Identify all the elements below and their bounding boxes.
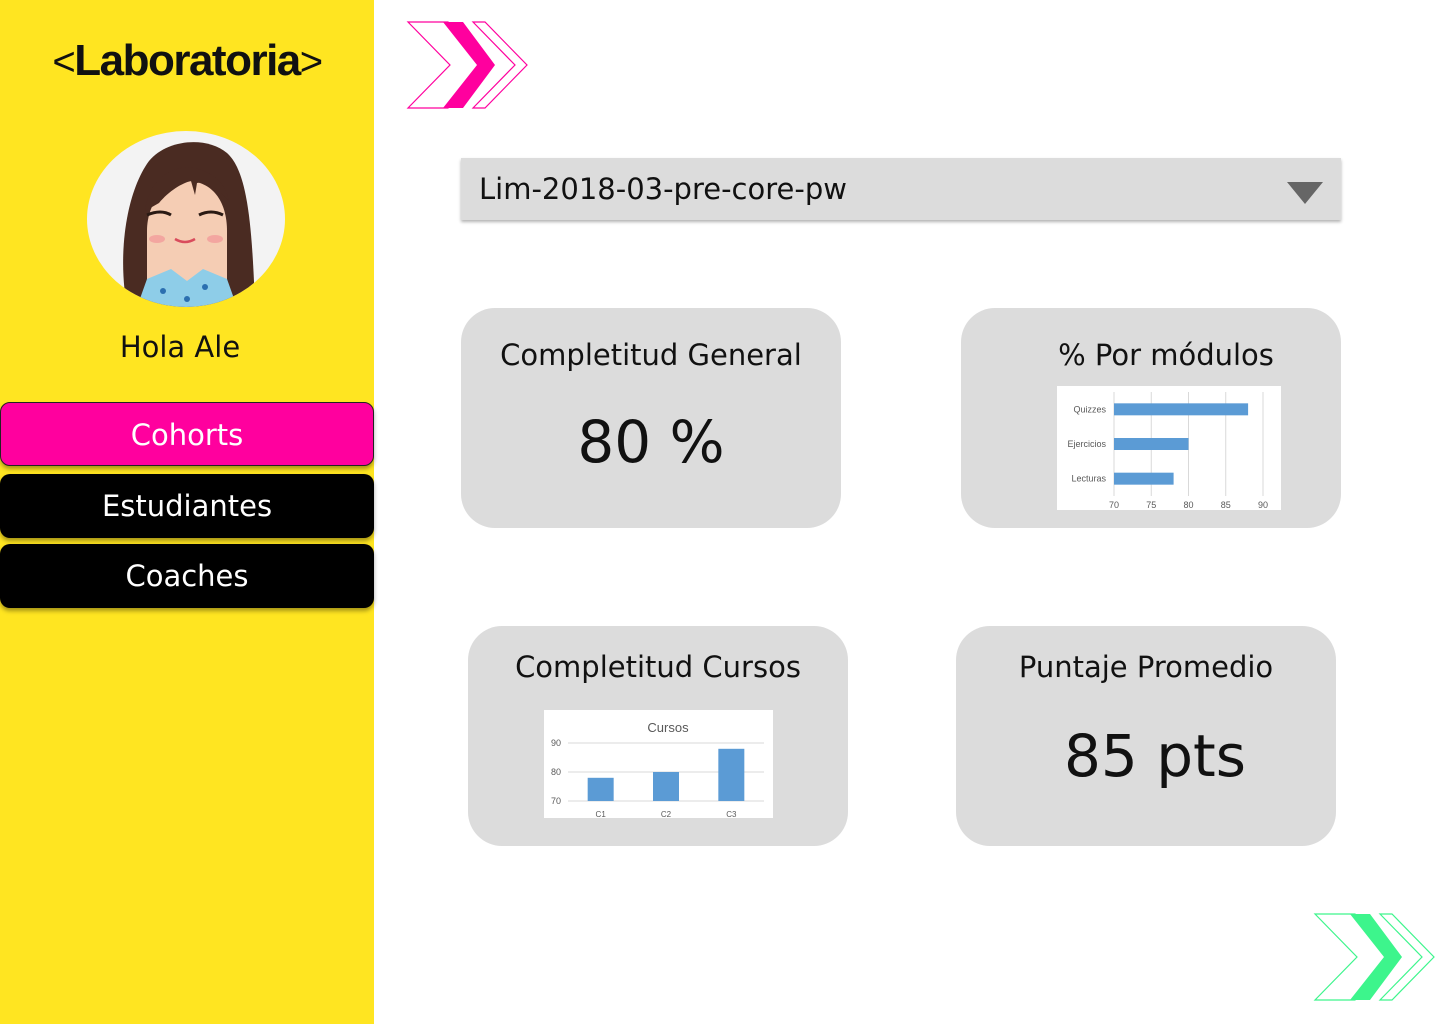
modules-chart: 70 75 80 85 90 Quizzes Ejercicios Lecturas xyxy=(1057,386,1281,510)
courses-chart: Cursos 70 80 90 C1 C2 C3 xyxy=(544,710,773,819)
nav-coaches-button[interactable]: Coaches xyxy=(0,544,374,608)
card-title: Completitud Cursos xyxy=(515,650,801,684)
card-completitud-cursos: Completitud Cursos Cursos 70 80 90 C1 C2 C3 xyxy=(468,626,848,846)
sidebar: <Laboratoria> Hola Ale Cohorts Estudiant… xyxy=(0,0,374,1024)
y-tick-label: 70 xyxy=(551,796,561,806)
bar xyxy=(653,772,679,801)
courses-bar-chart: Cursos 70 80 90 C1 C2 C3 xyxy=(551,720,764,819)
logo-text: Laboratoria xyxy=(74,36,301,85)
bar xyxy=(587,777,614,801)
x-tick-label: 80 xyxy=(1183,500,1193,510)
cohort-select[interactable]: Lim-2018-03-pre-core-pw xyxy=(461,158,1341,220)
logo-right-bracket: > xyxy=(299,40,323,84)
logo-left-bracket: < xyxy=(52,40,75,84)
bar xyxy=(1114,403,1249,416)
category-label: C1 xyxy=(596,810,607,818)
category-label: C3 xyxy=(726,810,737,818)
card-value: 85 pts xyxy=(1063,722,1246,790)
cohort-select-value: Lim-2018-03-pre-core-pw xyxy=(479,172,847,206)
avatar[interactable] xyxy=(87,131,285,307)
modules-bar-chart: 70 75 80 85 90 Quizzes Ejercicios Lecturas xyxy=(1067,392,1268,510)
card-completitud-general: Completitud General 80 % xyxy=(461,308,841,528)
chart-title: Cursos xyxy=(647,720,689,735)
chevrons-pink-decoration xyxy=(406,21,528,109)
dropdown-arrow-icon[interactable] xyxy=(1287,182,1323,204)
x-tick-label: 70 xyxy=(1109,500,1119,510)
laboratoria-logo[interactable]: <Laboratoria> xyxy=(0,36,374,86)
card-title: Puntaje Promedio xyxy=(1018,650,1274,684)
card-puntaje-promedio: Puntaje Promedio 85 pts xyxy=(956,626,1336,846)
card-title: % Por módulos xyxy=(1058,338,1274,372)
category-label: Quizzes xyxy=(1073,404,1106,414)
x-tick-label: 85 xyxy=(1221,500,1231,510)
category-label: Lecturas xyxy=(1071,474,1106,484)
nav-estudiantes-button[interactable]: Estudiantes xyxy=(0,474,374,538)
y-tick-label: 80 xyxy=(551,767,561,777)
category-label: Ejercicios xyxy=(1067,439,1106,449)
y-tick-label: 90 xyxy=(551,738,561,748)
x-tick-label: 90 xyxy=(1258,500,1268,510)
nav-cohorts-button[interactable]: Cohorts xyxy=(0,402,374,466)
card-por-modulos: % Por módulos 70 75 80 85 90 Quizzes Ejercicio… xyxy=(961,308,1341,528)
x-tick-label: 75 xyxy=(1146,500,1156,510)
bar xyxy=(1114,472,1174,485)
avatar-illustration xyxy=(123,142,255,307)
card-title: Completitud General xyxy=(500,338,802,372)
bar xyxy=(718,748,745,801)
card-value: 80 % xyxy=(577,408,725,476)
bar xyxy=(1114,438,1189,450)
chevrons-green-decoration xyxy=(1313,913,1435,1001)
category-label: C2 xyxy=(661,810,672,818)
greeting: Hola Ale xyxy=(119,330,241,364)
